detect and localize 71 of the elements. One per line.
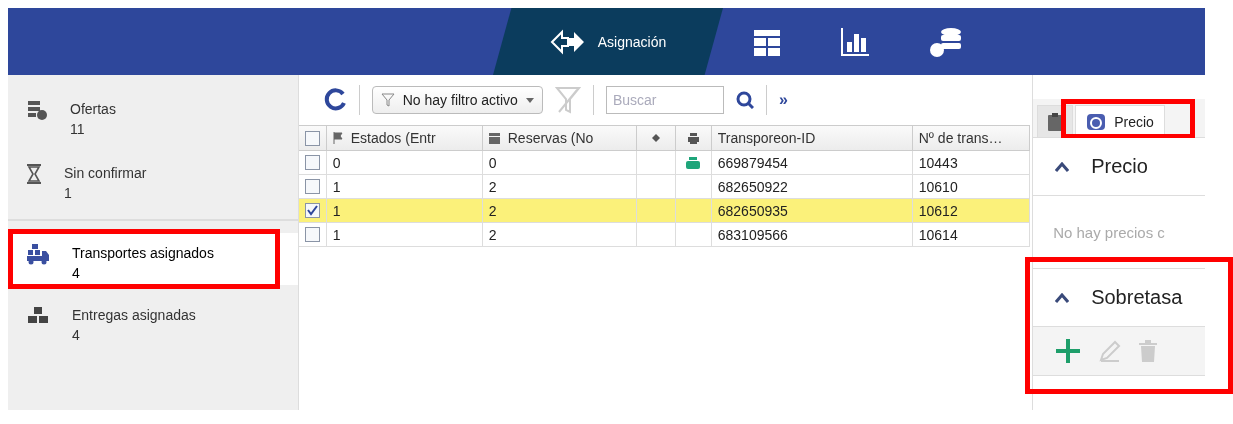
hourglass-icon [26, 163, 42, 185]
table-cell: 0 [482, 151, 637, 175]
checkbox[interactable] [304, 155, 320, 170]
stack-icon [26, 99, 48, 121]
table-cell: 683109566 [711, 223, 913, 247]
caret-icon [525, 97, 534, 103]
table-cell: 10612 [912, 199, 1030, 223]
table-cell [636, 223, 676, 247]
table-cell: 1 [326, 175, 483, 199]
arrows-icon [549, 27, 586, 56]
plus-icon [1055, 338, 1082, 364]
pencil-icon [1099, 340, 1122, 362]
column-header[interactable] [636, 125, 676, 151]
printer-icon [686, 156, 701, 169]
item-label: Transportes asignados [72, 244, 214, 263]
table-cell: 0 [326, 151, 483, 175]
price-icon [1086, 112, 1107, 131]
table-cell: 682650935 [711, 199, 913, 223]
boxes-icon [26, 305, 50, 325]
checkbox[interactable] [304, 130, 320, 146]
add-button[interactable] [1055, 338, 1082, 364]
refresh-button[interactable] [322, 88, 347, 112]
item-count: 11 [70, 120, 86, 139]
table-cell [636, 199, 676, 223]
search-button[interactable] [735, 91, 754, 109]
column-header[interactable]: Estados (Entr [326, 125, 483, 151]
check-icon [306, 205, 318, 216]
table-cell: 2 [482, 199, 637, 223]
nav-tab[interactable]: Asignación [493, 8, 723, 75]
truck-icon [26, 243, 50, 265]
table-cell [636, 175, 676, 199]
checkbox[interactable] [304, 179, 320, 194]
bar-chart-icon [839, 25, 871, 58]
checkbox[interactable] [304, 203, 320, 218]
more-button[interactable]: » [778, 91, 788, 109]
chevron-up-icon [1055, 292, 1070, 303]
table-cell: 1 [326, 199, 483, 223]
table-cell: 2 [482, 223, 637, 247]
search-field[interactable]: Buscar [605, 86, 724, 114]
column-header[interactable] [675, 125, 712, 151]
calendar-icon [488, 132, 500, 144]
table-cell: 10610 [912, 175, 1030, 199]
table-cell: 10614 [912, 223, 1030, 247]
item-label: Sin confirmar [64, 164, 147, 183]
refresh-icon [322, 88, 347, 112]
funnel-icon [380, 93, 395, 107]
diamond-icon [651, 134, 660, 142]
item-count: 4 [72, 326, 81, 345]
column-header[interactable]: Nº de trans… [912, 125, 1030, 151]
table-cell: 1 [326, 223, 483, 247]
flag-icon [332, 132, 343, 144]
filter-dropdown[interactable]: No hay filtro activo [371, 86, 543, 114]
checkbox[interactable] [304, 227, 320, 242]
search-icon [735, 91, 754, 109]
column-header[interactable]: Reservas (No [482, 125, 637, 151]
trash-icon [1139, 340, 1158, 362]
chevron-up-icon [1055, 161, 1070, 172]
column-header[interactable]: Transporeon-ID [711, 125, 913, 151]
item-label: Entregas asignadas [72, 306, 196, 325]
printer-icon [687, 132, 699, 144]
table-cell: 2 [482, 175, 637, 199]
panel-tab[interactable]: Precio [1075, 105, 1165, 137]
item-label: Ofertas [70, 100, 116, 119]
funnel-cross-icon [554, 86, 581, 114]
clipboard-icon [1048, 112, 1063, 131]
item-count: 4 [72, 264, 81, 283]
table-cell: 10443 [912, 151, 1030, 175]
item-count: 1 [64, 184, 73, 203]
table-cell: 682650922 [711, 175, 913, 199]
table-cell: 669879454 [711, 151, 913, 175]
section-header[interactable]: Precio [1033, 138, 1205, 196]
